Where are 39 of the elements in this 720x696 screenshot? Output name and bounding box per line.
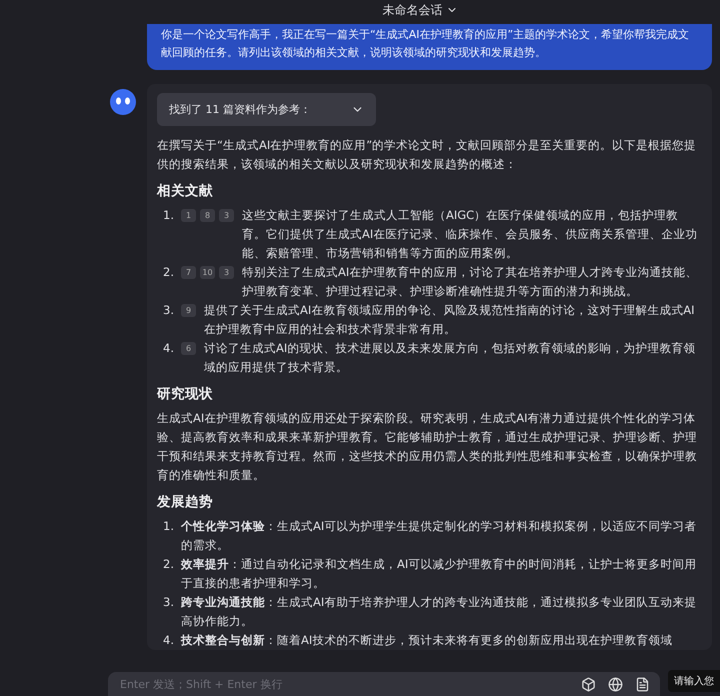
citation-badge[interactable]: 10 (200, 266, 215, 279)
list-number: 1. (163, 518, 175, 535)
citation-badge[interactable]: 7 (181, 266, 196, 279)
citation-badge[interactable]: 8 (200, 209, 215, 222)
list-item-text: 讨论了生成式AI的现状、技术进展以及未来发展方向，包括对教育领域的影响，为护理教育领域的应用提供了技术背景。 (204, 340, 696, 376)
section-heading: 相关文献 (157, 182, 214, 200)
list-number: 4. (163, 632, 175, 649)
list-number: 2. (163, 556, 175, 573)
list-item-text: 个性化学习体验：生成式AI可以为护理学生提供定制化的学习材料和模拟案例，以适应不同学习者的需求。 (181, 518, 698, 554)
tooltip: 请输入您 (668, 670, 720, 692)
list-number: 1. (163, 207, 175, 224)
list-item-text: 这些文献主要探讨了生成式人工智能（AIGC）在医疗保健领域的应用，包括护理教育。它们提供了生成式AI在医疗记录、临床操作、会员服务、供应商关系管理、企业功能、索赔管理、市场营销和销售等方面的应用案例。 (242, 207, 698, 262)
globe-icon[interactable] (608, 676, 623, 692)
citation-badge[interactable]: 3 (219, 266, 234, 279)
section-heading: 发展趋势 (157, 493, 214, 511)
message-input-field[interactable]: Enter 发送；Shift + Enter 换行 (108, 672, 660, 696)
section-heading: 研究现状 (157, 385, 214, 403)
list-number: 4. (163, 340, 175, 357)
list-number: 3. (163, 594, 175, 611)
user-message: 你是一个论文写作高手，我正在写一篇关于“生成式AI在护理教育的应用”主题的学术论文，希望你帮我完成文献回顾的任务。请列出该领域的相关文献，说明该领域的研究现状和发展趋势。 (147, 24, 712, 70)
citation-badge[interactable]: 1 (181, 209, 196, 222)
list-number: 3. (163, 302, 175, 319)
list-item-text: 技术整合与创新：随着AI技术的不断进步，预计未来将有更多的创新应用出现在护理教育领域 (181, 632, 672, 649)
intro-paragraph: 在撰写关于“生成式AI在护理教育的应用”的学术论文时，文献回顾部分是至关重要的。以下是根据您提供的搜索结果，该领域的相关文献以及研究现状和发展趋势的概述： (157, 137, 698, 173)
citation-badge[interactable]: 9 (181, 304, 196, 317)
citation-badge[interactable]: 3 (219, 209, 234, 222)
citation-badge[interactable]: 6 (181, 342, 196, 355)
message-input[interactable]: Enter 发送；Shift + Enter 换行 (118, 676, 569, 692)
conversation-title[interactable]: 未命名会话 (382, 2, 458, 18)
list-item-text: 效率提升：通过自动化记录和文档生成，AI可以减少护理教育中的时间消耗，让护士将更多时间用于直接的患者护理和学习。 (181, 556, 698, 592)
list-number: 2. (163, 264, 175, 281)
list-item-text: 跨专业沟通技能：生成式AI有助于培养护理人才的跨专业沟通技能，通过模拟多专业团队互动来提高协作能力。 (181, 594, 698, 630)
list-item-text: 特别关注了生成式AI在护理教育中的应用，讨论了其在培养护理人才跨专业沟通技能、护理教育变革、护理过程记录、护理诊断准确性提升等方面的潜力和挑战。 (242, 264, 698, 300)
section-paragraph: 生成式AI在护理教育领域的应用还处于探索阶段。研究表明，生成式AI有潜力通过提供个性化的学习体验、提高教育效率和成果来革新护理教育。它能够辅助护士教育，通过生成护理记录、护理诊断、护理干预和结果来支持教育过程。然而，这些技术的应用仍需人类的批判性思维和事实检查，以确保护理教育的准确性和质量。 (157, 410, 698, 484)
document-icon[interactable] (635, 676, 650, 692)
list-item-text: 提供了关于生成式AI在教育领域应用的争论、风险及规范性指南的讨论，这对于理解生成式AI在护理教育中应用的社会和技术背景非常有用。 (204, 302, 696, 338)
sources-dropdown[interactable]: 找到了 11 篇资料作为参考： (157, 93, 376, 126)
bot-avatar-icon (108, 88, 138, 118)
cube-icon[interactable] (581, 676, 596, 692)
